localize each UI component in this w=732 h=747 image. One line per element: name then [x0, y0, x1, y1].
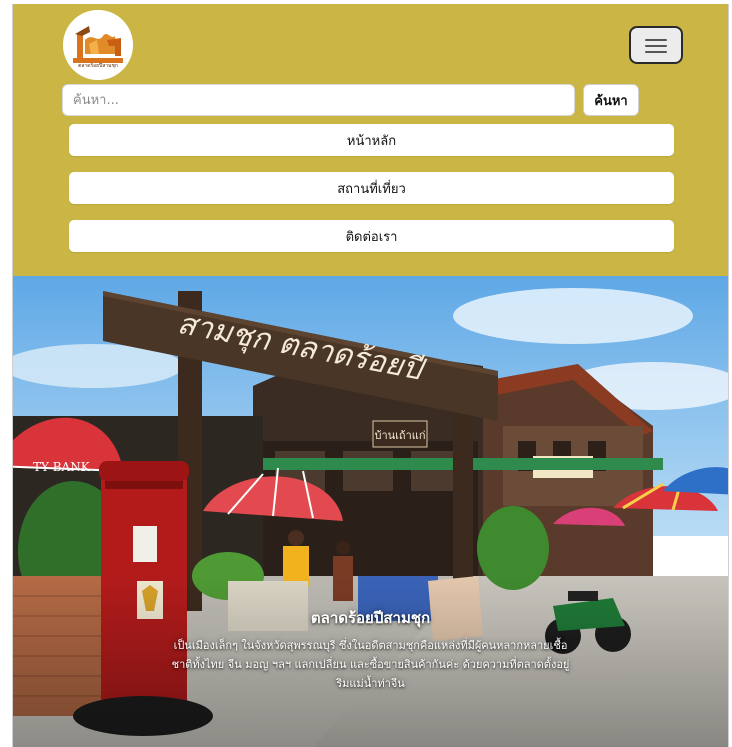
nav-item-attractions[interactable]: สถานที่เที่ยว [69, 172, 674, 204]
hero-caption-title: ตลาดร้อยปีสามชุก [310, 609, 431, 627]
hero-caption-line: เป็นเมืองเล็กๆ ในจังหวัดสุพรรณบุรี ซึ่งใ… [173, 639, 568, 652]
nav-item-home[interactable]: หน้าหลัก [69, 124, 674, 156]
menu-toggle-button[interactable] [629, 26, 683, 64]
search-button[interactable]: ค้นหา [583, 84, 639, 116]
hero-caption-line: ชาติทั้งไทย จีน มอญ ฯลฯ แลกเปลี่ยน และซื… [171, 658, 570, 671]
nav-item-label: ติดต่อเรา [345, 229, 398, 245]
hero-sub-sign-text: บ้านเถ้าแก่ [374, 429, 425, 442]
hero-caption-description: เป็นเมืองเล็กๆ ในจังหวัดสุพรรณบุรี ซึ่งใ… [111, 636, 631, 693]
site-header: ตลาดร้อยปีสามชุก ค้นหา หน้าหลัก สถานที่เ… [13, 4, 728, 276]
hero-bank-text: TY BANK [33, 460, 91, 474]
search-input[interactable] [62, 84, 575, 116]
nav-item-contact[interactable]: ติดต่อเรา [69, 220, 674, 252]
logo-image: ตลาดร้อยปีสามชุก [63, 10, 133, 80]
site-logo[interactable]: ตลาดร้อยปีสามชุก [63, 10, 133, 80]
hero-caption: ตลาดร้อยปีสามชุก เป็นเมืองเล็กๆ ในจังหวั… [13, 606, 728, 693]
nav-item-label: สถานที่เที่ยว [337, 181, 406, 197]
hero-banner: สามชุก ตลาดร้อยปี บ้านเถ้าแก่ TY BANK ตล… [13, 276, 728, 747]
nav-item-label: หน้าหลัก [346, 133, 397, 149]
page-frame: ตลาดร้อยปีสามชุก ค้นหา หน้าหลัก สถานที่เ… [12, 4, 729, 747]
logo-caption: ตลาดร้อยปีสามชุก [78, 62, 118, 69]
hero-caption-line: ริมแม่น้ำท่าจีน [336, 677, 405, 690]
